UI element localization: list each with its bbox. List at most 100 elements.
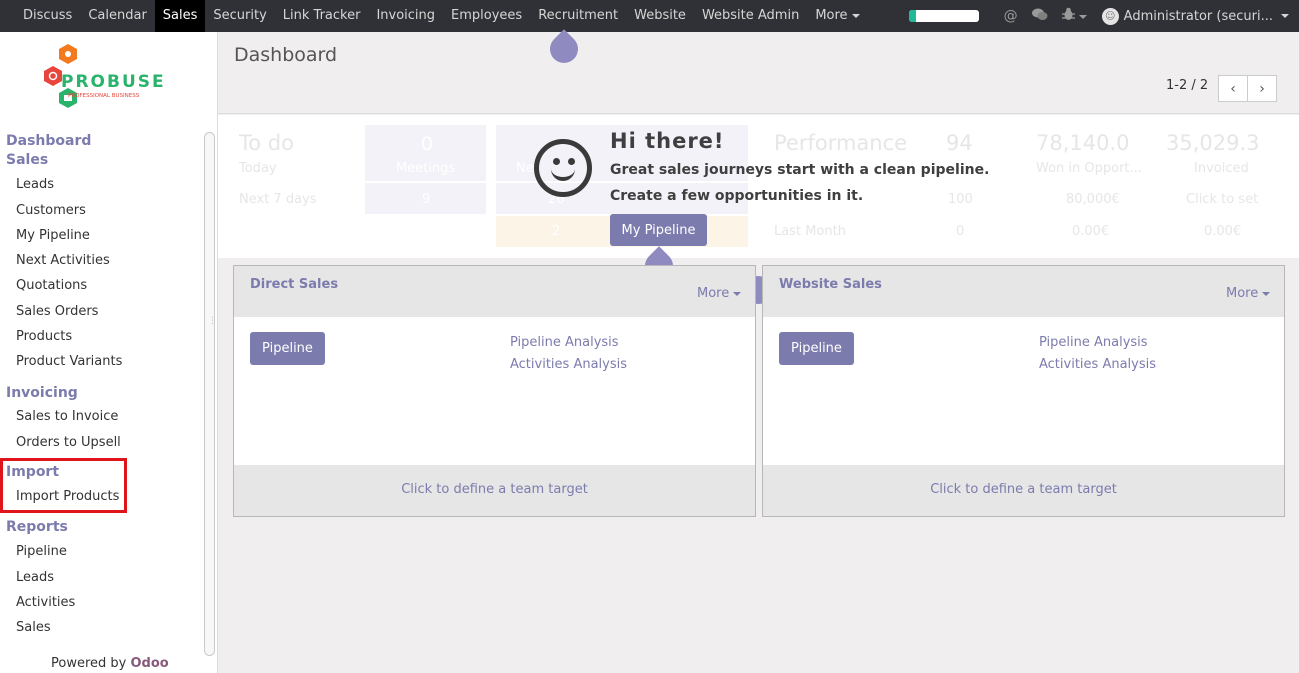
menu-more-label: More	[815, 8, 848, 23]
sidebar-item-sales-to-invoice[interactable]: Sales to Invoice	[16, 409, 118, 424]
app-menu: Discuss Calendar Sales Security Link Tra…	[0, 0, 868, 32]
performance-heading: Performance	[774, 131, 908, 155]
team-name[interactable]: Website Sales	[779, 277, 882, 292]
more-label: More	[1226, 286, 1259, 301]
menu-website[interactable]: Website	[626, 0, 694, 32]
menu-link-tracker[interactable]: Link Tracker	[275, 0, 369, 32]
powered-by-label: Powered by	[51, 656, 127, 671]
meetings-label: Meetings	[396, 161, 456, 176]
pipeline-analysis-link[interactable]: Pipeline Analysis	[1039, 335, 1148, 350]
kpi-invoiced-label: Invoiced	[1194, 161, 1249, 176]
chevron-down-icon	[1281, 14, 1289, 18]
progress-fill	[908, 10, 916, 22]
logo-wordmark: PROBUSE	[61, 72, 166, 92]
menu-sales[interactable]: Sales	[154, 0, 206, 32]
team-name[interactable]: Direct Sales	[250, 277, 338, 292]
sidebar-item-quotations[interactable]: Quotations	[16, 278, 87, 293]
systray: @ ☺ Administrator (securi...	[908, 0, 1299, 32]
pipeline-button[interactable]: Pipeline	[779, 332, 854, 365]
team-card-direct-sales: Direct Sales More Pipeline Pipeline Anal…	[233, 265, 756, 517]
sidebar-item-report-activities[interactable]: Activities	[16, 595, 75, 610]
more-dropdown[interactable]: More	[1226, 286, 1271, 301]
kpi-won-label: Won in Opport...	[1036, 161, 1142, 176]
sidebar-item-leads[interactable]: Leads	[16, 177, 54, 192]
menu-more[interactable]: More	[807, 0, 867, 32]
kpi-won-value: 78,140.0	[1036, 131, 1130, 155]
kpi-won-last-month: 0.00€	[1072, 224, 1110, 239]
bug-icon[interactable]	[1061, 7, 1087, 25]
page-title: Dashboard	[234, 44, 338, 66]
menu-website-admin[interactable]: Website Admin	[694, 0, 807, 32]
sidebar-item-report-sales[interactable]: Sales	[16, 620, 51, 635]
more-label: More	[697, 286, 730, 301]
sidebar-item-orders-to-upsell[interactable]: Orders to Upsell	[16, 435, 121, 450]
onboarding-line-1: Great sales journeys start with a clean …	[610, 162, 990, 178]
my-pipeline-button[interactable]: My Pipeline	[610, 214, 707, 246]
pager-value[interactable]: 1-2 / 2	[1166, 78, 1208, 93]
main-content: Dashboard 1-2 / 2 ‹ › To do Today Next 7…	[218, 29, 1299, 673]
meetings-week-value: 9	[422, 192, 431, 207]
activities-analysis-link[interactable]: Activities Analysis	[510, 357, 627, 372]
menu-discuss[interactable]: Discuss	[15, 0, 80, 32]
menu-employees[interactable]: Employees	[443, 0, 530, 32]
more-dropdown[interactable]: More	[697, 286, 742, 301]
chevron-down-icon	[1262, 291, 1271, 296]
chevron-down-icon	[733, 291, 742, 296]
sidebar-item-next-activities[interactable]: Next Activities	[16, 253, 110, 268]
todo-heading: To do	[239, 131, 294, 155]
team-card-website-sales: Website Sales More Pipeline Pipeline Ana…	[762, 265, 1285, 517]
pager-next-button[interactable]: ›	[1247, 75, 1277, 102]
sidebar: PROBUSE PROFESSIONAL BUSINESS Dashboard …	[0, 32, 218, 673]
smiley-icon	[534, 139, 592, 197]
planner-progress-bar[interactable]	[908, 10, 979, 22]
sidebar-item-customers[interactable]: Customers	[16, 203, 86, 218]
todo-today: Today	[239, 161, 277, 176]
kpi-zero: 0	[956, 224, 965, 239]
menu-recruitment[interactable]: Recruitment	[530, 0, 626, 32]
card-header: Direct Sales More	[234, 266, 755, 317]
sidebar-item-sales-orders[interactable]: Sales Orders	[16, 304, 98, 319]
pipeline-analysis-link[interactable]: Pipeline Analysis	[510, 335, 619, 350]
sidebar-item-my-pipeline[interactable]: My Pipeline	[16, 228, 90, 243]
at-icon[interactable]: @	[1004, 8, 1018, 24]
sidebar-scrollbar[interactable]	[204, 132, 215, 656]
kpi-100: 100	[948, 192, 973, 207]
onboarding-headline: Hi there!	[610, 129, 725, 153]
avatar: ☺	[1101, 7, 1119, 25]
overdue-value: 2	[552, 224, 561, 239]
card-footer: Click to define a team target	[234, 465, 755, 516]
section-invoicing: Invoicing	[6, 385, 78, 401]
sidebar-item-products[interactable]: Products	[16, 329, 72, 344]
powered-by: Powered by Odoo	[51, 656, 169, 671]
chevron-down-icon	[1078, 15, 1087, 19]
menu-calendar[interactable]: Calendar	[80, 0, 154, 32]
pipeline-button[interactable]: Pipeline	[250, 332, 325, 365]
define-target-link[interactable]: Click to define a team target	[234, 482, 755, 497]
sidebar-item-report-pipeline[interactable]: Pipeline	[16, 544, 67, 559]
resize-grip-icon[interactable]: ⋮	[208, 316, 217, 326]
sidebar-item-report-leads[interactable]: Leads	[16, 570, 54, 585]
logo-tagline: PROFESSIONAL BUSINESS	[68, 93, 140, 99]
card-header: Website Sales More	[763, 266, 1284, 317]
last-month-label: Last Month	[774, 224, 846, 239]
user-menu[interactable]: ☺ Administrator (securi...	[1101, 7, 1289, 25]
onboarding-line-2: Create a few opportunities in it.	[610, 188, 864, 204]
todo-next-7-days: Next 7 days	[239, 192, 317, 207]
control-panel: Dashboard 1-2 / 2 ‹ ›	[218, 32, 1299, 114]
kpi-invoiced-target[interactable]: Click to set	[1186, 192, 1258, 207]
top-navbar: Discuss Calendar Sales Security Link Tra…	[0, 0, 1299, 32]
odoo-link[interactable]: Odoo	[131, 656, 169, 671]
section-dashboard[interactable]: Dashboard	[6, 133, 91, 149]
section-sales: Sales	[6, 152, 49, 168]
sales-stats-panel: To do Today Next 7 days 0 Meetings Ne 9 …	[218, 115, 1299, 258]
sidebar-item-product-variants[interactable]: Product Variants	[16, 354, 122, 369]
chat-icon[interactable]	[1031, 8, 1048, 25]
chevron-down-icon	[851, 13, 860, 18]
activities-analysis-link[interactable]: Activities Analysis	[1039, 357, 1156, 372]
define-target-link[interactable]: Click to define a team target	[763, 482, 1284, 497]
kpi-invoiced-last-month: 0.00€	[1204, 224, 1242, 239]
pager-previous-button[interactable]: ‹	[1218, 75, 1248, 102]
company-logo[interactable]: PROBUSE PROFESSIONAL BUSINESS	[38, 44, 188, 120]
menu-invoicing[interactable]: Invoicing	[368, 0, 443, 32]
menu-security[interactable]: Security	[205, 0, 274, 32]
